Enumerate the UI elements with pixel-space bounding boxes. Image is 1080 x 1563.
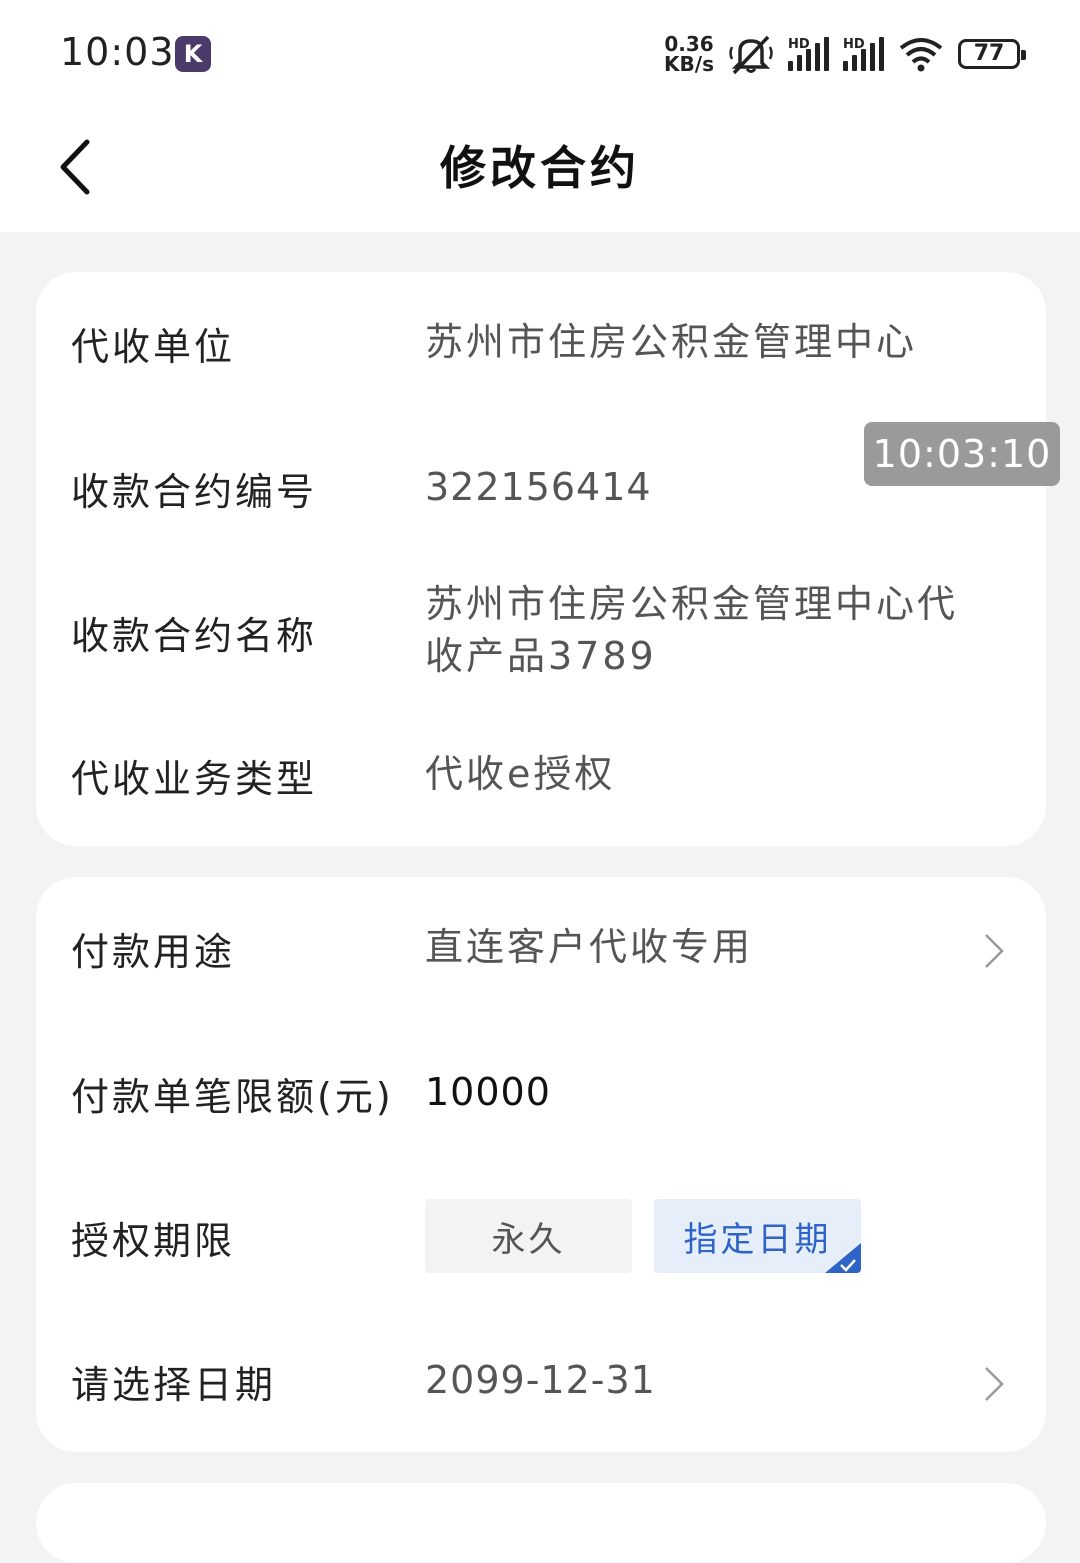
auth-option-permanent[interactable]: 永久 xyxy=(425,1199,632,1273)
business-type-label: 代收业务类型 xyxy=(71,757,318,801)
payment-purpose-row[interactable]: 付款用途 直连客户代收专用 xyxy=(36,921,1046,981)
contract-name-label: 收款合约名称 xyxy=(71,614,318,658)
date-select-label: 请选择日期 xyxy=(71,1363,277,1407)
auth-period-label: 授权期限 xyxy=(71,1219,236,1263)
auth-option-specified-date[interactable]: 指定日期 xyxy=(654,1199,861,1273)
timestamp-overlay: 10:03:10 xyxy=(864,422,1060,486)
network-speed-value: 0.36 xyxy=(664,32,714,56)
page-title: 修改合约 xyxy=(440,141,640,195)
battery-indicator: 77 xyxy=(958,39,1026,69)
collection-unit-value: 苏州市住房公积金管理中心 xyxy=(425,320,918,364)
nav-bar: 修改合约 xyxy=(0,110,1080,232)
mute-bell-icon xyxy=(729,35,773,75)
cell-signal-icon: HD xyxy=(788,37,829,71)
cell-signal-hd-label-2: HD xyxy=(843,37,865,52)
payment-limit-row: 付款单笔限额(元) 10000 xyxy=(36,1066,1046,1126)
cell-signal-icon-2: HD xyxy=(843,37,884,71)
chevron-right-icon xyxy=(985,1367,1004,1401)
payment-limit-input[interactable]: 10000 xyxy=(425,1066,985,1118)
auth-option-specified-date-label: 指定日期 xyxy=(683,1219,832,1260)
payment-purpose-value: 直连客户代收专用 xyxy=(425,925,754,969)
app-notification-icon: K xyxy=(175,36,211,72)
date-select-row[interactable]: 请选择日期 2099-12-31 xyxy=(36,1354,1046,1414)
status-time: 10:03 xyxy=(60,30,175,74)
status-indicators: 0.36 KB/s HD HD 77 xyxy=(664,30,1026,78)
date-select-value: 2099-12-31 xyxy=(425,1358,656,1402)
network-speed-unit: KB/s xyxy=(664,52,714,76)
chevron-right-icon xyxy=(985,934,1004,968)
contract-number-label: 收款合约编号 xyxy=(71,470,318,514)
payment-limit-label: 付款单笔限额(元) xyxy=(71,1075,394,1119)
status-bar: 10:03 K 0.36 KB/s HD HD 77 xyxy=(0,0,1080,110)
contract-name-value: 苏州市住房公积金管理中心代收产品3789 xyxy=(425,582,959,678)
wifi-icon xyxy=(899,38,943,72)
auth-period-row: 授权期限 永久 指定日期 xyxy=(36,1199,1046,1273)
collection-unit-label: 代收单位 xyxy=(71,325,236,369)
payment-purpose-label: 付款用途 xyxy=(71,930,236,974)
network-speed: 0.36 KB/s xyxy=(664,34,714,74)
business-type-value: 代收e授权 xyxy=(425,752,616,796)
cell-signal-hd-label: HD xyxy=(788,37,810,52)
selected-check-icon xyxy=(825,1243,861,1273)
additional-card xyxy=(36,1483,1046,1563)
payment-settings-card: 付款用途 直连客户代收专用 付款单笔限额(元) 10000 授权期限 永久 指定… xyxy=(36,877,1046,1452)
contract-info-card: 代收单位 苏州市住房公积金管理中心 收款合约编号 322156414 收款合约名… xyxy=(36,272,1046,846)
